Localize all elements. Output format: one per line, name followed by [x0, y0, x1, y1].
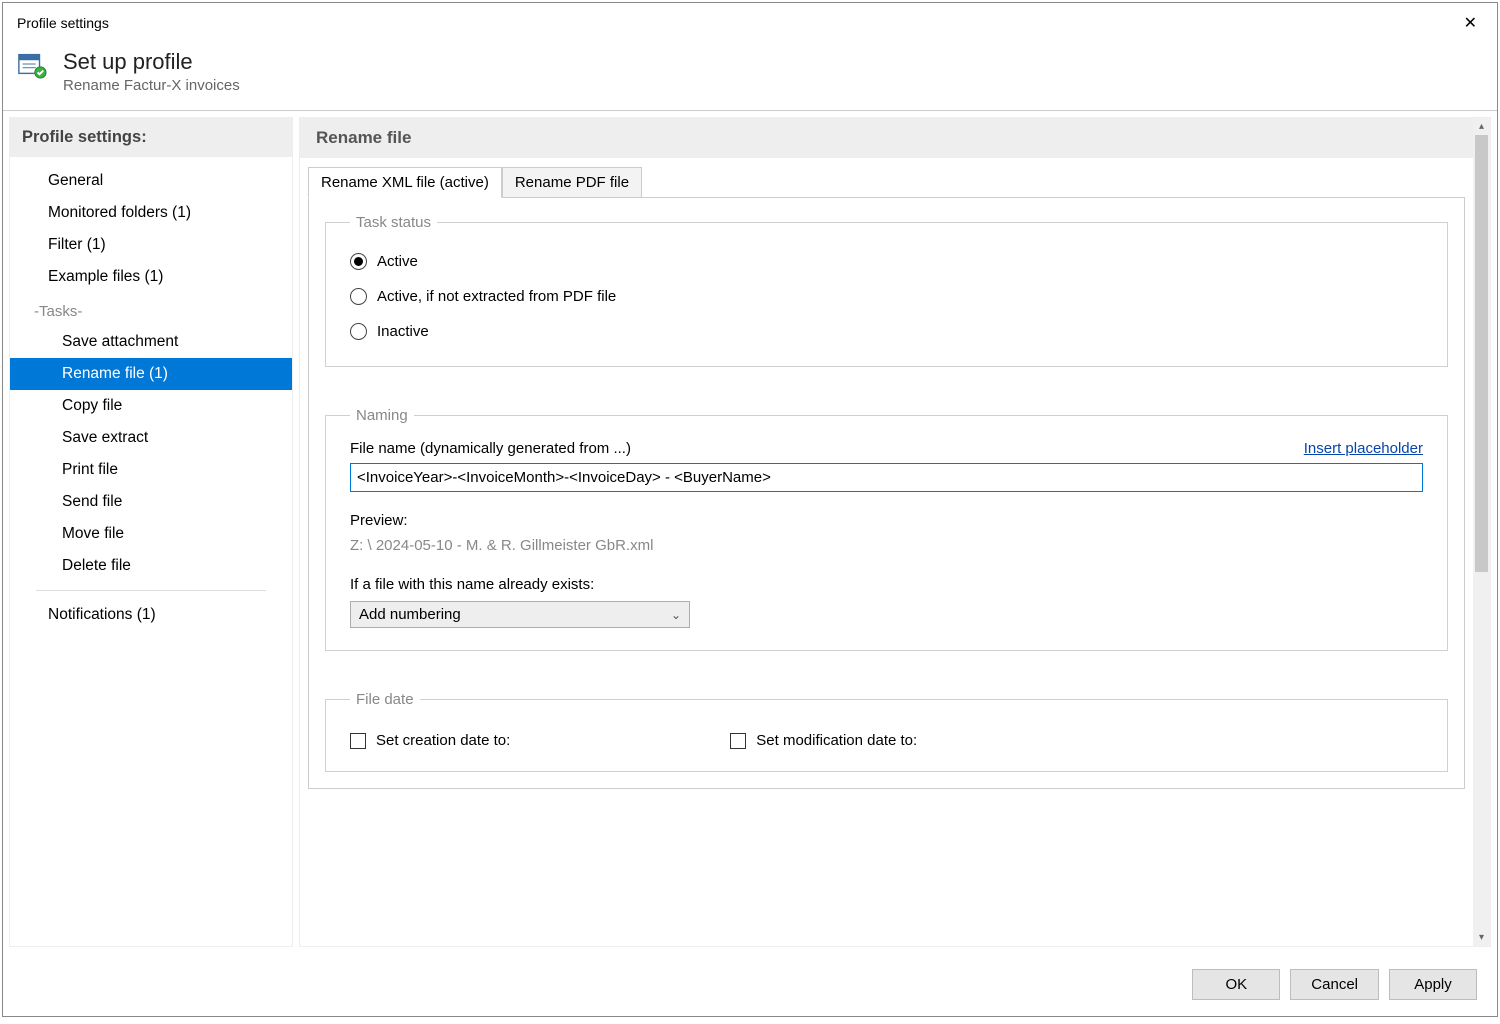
radio-inactive[interactable]: Inactive — [350, 323, 1423, 340]
sidebar-item-notifications[interactable]: Notifications (1) — [10, 599, 292, 631]
main-scroll: Rename file Rename XML file (active) Ren… — [300, 118, 1473, 946]
creation-date-label: Set creation date to: — [376, 732, 510, 749]
sidebar-item-save-attachment[interactable]: Save attachment — [10, 326, 292, 358]
close-icon[interactable]: ✕ — [1454, 9, 1487, 37]
body: Profile settings: General Monitored fold… — [3, 110, 1497, 953]
task-status-legend: Task status — [350, 214, 437, 231]
exists-select-value: Add numbering — [359, 606, 461, 623]
header: Set up profile Rename Factur-X invoices — [3, 43, 1497, 110]
checkbox-icon — [350, 733, 366, 749]
sidebar-group-tasks: -Tasks- — [10, 293, 292, 326]
sidebar-item-copy-file[interactable]: Copy file — [10, 390, 292, 422]
exists-label: If a file with this name already exists: — [350, 576, 1423, 593]
sidebar-item-monitored-folders[interactable]: Monitored folders (1) — [10, 197, 292, 229]
scroll-track[interactable] — [1473, 135, 1490, 929]
dialog-window: Profile settings ✕ Set up profile Rename… — [2, 2, 1498, 1017]
sidebar-item-filter[interactable]: Filter (1) — [10, 229, 292, 261]
checkbox-set-creation-date[interactable]: Set creation date to: — [350, 732, 510, 749]
main-title: Rename file — [300, 118, 1473, 158]
sidebar: Profile settings: General Monitored fold… — [9, 117, 293, 947]
header-title: Set up profile — [63, 49, 240, 75]
preview-label: Preview: — [350, 512, 1423, 529]
tab-rename-pdf[interactable]: Rename PDF file — [502, 167, 642, 198]
filename-input[interactable] — [350, 463, 1423, 492]
sidebar-separator — [36, 590, 266, 591]
modification-date-label: Set modification date to: — [756, 732, 917, 749]
checkbox-set-modification-date[interactable]: Set modification date to: — [730, 732, 917, 749]
main-panel: Rename file Rename XML file (active) Ren… — [299, 117, 1491, 947]
radio-active-label: Active — [377, 253, 418, 270]
scroll-down-icon[interactable]: ▾ — [1473, 929, 1490, 946]
sidebar-list: General Monitored folders (1) Filter (1)… — [10, 157, 292, 631]
exists-select[interactable]: Add numbering ⌄ — [350, 601, 690, 628]
sidebar-item-delete-file[interactable]: Delete file — [10, 550, 292, 582]
cancel-button[interactable]: Cancel — [1290, 969, 1379, 1000]
checkbox-icon — [730, 733, 746, 749]
profile-icon — [17, 49, 47, 83]
sidebar-item-send-file[interactable]: Send file — [10, 486, 292, 518]
sidebar-item-example-files[interactable]: Example files (1) — [10, 261, 292, 293]
sidebar-item-rename-file[interactable]: Rename file (1) — [10, 358, 292, 390]
file-date-group: File date Set creation date to: Set modi… — [325, 691, 1448, 772]
sidebar-item-move-file[interactable]: Move file — [10, 518, 292, 550]
sidebar-title: Profile settings: — [10, 118, 292, 157]
tab-rename-xml[interactable]: Rename XML file (active) — [308, 167, 502, 198]
sidebar-item-general[interactable]: General — [10, 165, 292, 197]
tabs: Rename XML file (active) Rename PDF file — [308, 166, 1473, 197]
radio-active-if-label: Active, if not extracted from PDF file — [377, 288, 616, 305]
apply-button[interactable]: Apply — [1389, 969, 1477, 1000]
radio-icon — [350, 253, 367, 270]
scroll-up-icon[interactable]: ▴ — [1473, 118, 1490, 135]
task-status-group: Task status Active Active, if not extrac… — [325, 214, 1448, 367]
radio-active[interactable]: Active — [350, 253, 1423, 270]
vertical-scrollbar[interactable]: ▴ ▾ — [1473, 118, 1490, 946]
sidebar-item-save-extract[interactable]: Save extract — [10, 422, 292, 454]
radio-active-if-not-extracted[interactable]: Active, if not extracted from PDF file — [350, 288, 1423, 305]
titlebar: Profile settings ✕ — [3, 3, 1497, 43]
filename-label: File name (dynamically generated from ..… — [350, 440, 631, 457]
tab-pane: Task status Active Active, if not extrac… — [308, 197, 1465, 789]
preview-value: Z: \ 2024-05-10 - M. & R. Gillmeister Gb… — [350, 537, 1423, 554]
scroll-thumb[interactable] — [1475, 135, 1488, 572]
window-title: Profile settings — [17, 15, 109, 31]
footer: OK Cancel Apply — [3, 953, 1497, 1016]
radio-icon — [350, 288, 367, 305]
chevron-down-icon: ⌄ — [671, 608, 681, 622]
naming-group: Naming File name (dynamically generated … — [325, 407, 1448, 651]
radio-icon — [350, 323, 367, 340]
naming-legend: Naming — [350, 407, 414, 424]
header-subtitle: Rename Factur-X invoices — [63, 77, 240, 94]
sidebar-item-print-file[interactable]: Print file — [10, 454, 292, 486]
ok-button[interactable]: OK — [1192, 969, 1280, 1000]
insert-placeholder-link[interactable]: Insert placeholder — [1304, 440, 1423, 457]
radio-inactive-label: Inactive — [377, 323, 429, 340]
file-date-legend: File date — [350, 691, 420, 708]
